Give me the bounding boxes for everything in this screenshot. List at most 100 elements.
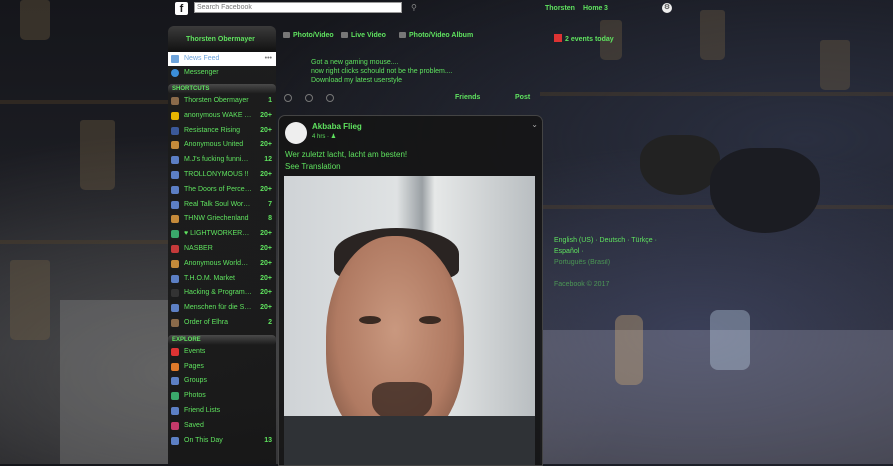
- sidebar-item-count: 20+: [260, 141, 272, 149]
- camera-icon: [283, 32, 290, 38]
- shortcut-item[interactable]: Menschen für die So... 20+: [168, 301, 276, 316]
- feed-post: Akbaba Flieg 4 hrs · ♟ ⌄ Wer zuletzt lac…: [278, 115, 543, 466]
- language-footer: English (US) · Deutsch · Türkçe · Españo…: [554, 235, 684, 290]
- post-composer: Photo/Video Live Video Photo/Video Album…: [282, 26, 532, 106]
- tab-photo-video-album[interactable]: Photo/Video Album: [399, 32, 473, 39]
- shortcut-item-icon: [171, 318, 179, 327]
- copyright: Facebook © 2017: [554, 281, 610, 288]
- sidebar-item-count: 13: [264, 436, 272, 444]
- sidebar-item-label: Photos: [184, 392, 206, 400]
- shortcut-item-icon: [171, 244, 179, 253]
- tab-label: Live Video: [351, 32, 386, 39]
- location-icon[interactable]: [326, 94, 334, 102]
- settings-menu-icon[interactable]: ⚙: [662, 3, 672, 13]
- sidebar-item-label: Real Talk Soul Worke...: [184, 200, 252, 208]
- home-notification-count: 3: [604, 5, 608, 12]
- more-options-icon[interactable]: •••: [265, 52, 272, 66]
- explore-item[interactable]: On This Day 13: [168, 434, 276, 449]
- home-link[interactable]: Home: [583, 5, 602, 12]
- sidebar-item-count: 20+: [260, 170, 272, 178]
- composer-text-input[interactable]: Got a new gaming mouse.... now right cli…: [311, 58, 453, 85]
- sidebar-item-label: Anonymous United: [184, 141, 244, 149]
- explore-item[interactable]: Photos: [168, 389, 276, 404]
- see-translation-link[interactable]: See Translation: [285, 162, 341, 171]
- composer-text-line: Download my latest userstyle: [311, 77, 403, 84]
- sidebar-item-label: News Feed: [184, 55, 220, 62]
- tab-live-video[interactable]: Live Video: [341, 32, 386, 39]
- shortcut-item-icon: [171, 156, 179, 165]
- post-time[interactable]: 4 hrs · ♟: [312, 133, 336, 140]
- explore-item[interactable]: Groups: [168, 374, 276, 389]
- sidebar-item-label: Saved: [184, 421, 204, 429]
- sidebar-item-count: 20+: [260, 126, 272, 134]
- language-links[interactable]: Português (Brasil): [554, 257, 684, 268]
- sidebar-item-label: anonymous WAKE T...: [184, 111, 252, 119]
- messenger-icon: [171, 69, 179, 77]
- background-cauldron: [640, 135, 720, 195]
- facebook-logo-icon[interactable]: f: [175, 2, 188, 15]
- sidebar-item-label: ♥ LIGHTWORKERS o...: [184, 230, 252, 238]
- shortcut-item[interactable]: M.J's fucking funniest... 12: [168, 153, 276, 168]
- explore-item[interactable]: Events: [168, 345, 276, 360]
- sidebar-profile-link[interactable]: Thorsten Obermayer: [168, 26, 276, 52]
- shortcut-item[interactable]: Hacking & Programm... 20+: [168, 286, 276, 301]
- sidebar-item-label: Groups: [184, 377, 207, 385]
- post-author[interactable]: Akbaba Flieg: [312, 122, 362, 131]
- explore-item[interactable]: Saved: [168, 419, 276, 434]
- footer-links[interactable]: [554, 268, 684, 279]
- shortcut-item-icon: [171, 170, 179, 179]
- language-links[interactable]: English (US) · Deutsch · Türkçe · Españo…: [554, 235, 684, 257]
- shortcut-item-icon: [171, 259, 179, 268]
- tab-label: Photo/Video: [293, 32, 334, 39]
- shortcut-item[interactable]: Thorsten Obermayer 1: [168, 94, 276, 109]
- sidebar-item-label: The Doors of Percept...: [184, 185, 252, 193]
- explore-item-icon: [171, 421, 179, 430]
- calendar-icon: [554, 34, 562, 42]
- shortcut-item[interactable]: ♥ LIGHTWORKERS o... 20+: [168, 227, 276, 242]
- top-bar: f ⚲ Thorsten Home 3 ⚙: [168, 0, 878, 18]
- post-photo[interactable]: [284, 176, 535, 465]
- shortcut-item[interactable]: Real Talk Soul Worke... 7: [168, 198, 276, 213]
- shortcut-item[interactable]: Order of Elhra 2: [168, 316, 276, 331]
- search-input[interactable]: [194, 2, 402, 13]
- explore-item-icon: [171, 392, 179, 401]
- explore-item[interactable]: Pages: [168, 360, 276, 375]
- shortcut-item[interactable]: T.H.O.M. Market 20+: [168, 272, 276, 287]
- sidebar-item-count: 20+: [260, 230, 272, 238]
- shortcut-item[interactable]: anonymous WAKE T... 20+: [168, 109, 276, 124]
- shortcut-item[interactable]: NASBER 20+: [168, 242, 276, 257]
- sidebar-item-news-feed[interactable]: News Feed •••: [168, 52, 276, 66]
- shortcut-item[interactable]: THNW Griechenland 8: [168, 212, 276, 227]
- shortcut-item[interactable]: TROLLONYMOUS !! 20+: [168, 168, 276, 183]
- search-icon[interactable]: ⚲: [411, 3, 417, 12]
- photo-eye: [419, 316, 441, 324]
- explore-list: Events Pages Groups Photos Friend Lists Saved…: [168, 345, 276, 449]
- shortcut-item[interactable]: Anonymous Worldwi... 20+: [168, 257, 276, 272]
- chevron-down-icon[interactable]: ⌄: [531, 120, 538, 129]
- post-button[interactable]: Post: [515, 94, 530, 101]
- profile-link[interactable]: Thorsten: [545, 5, 575, 12]
- photo-jacket: [284, 416, 535, 465]
- explore-item[interactable]: Friend Lists: [168, 404, 276, 419]
- events-today-link[interactable]: 2 events today: [554, 34, 614, 43]
- background-jar: [820, 40, 850, 90]
- tag-friends-icon[interactable]: [284, 94, 292, 102]
- sidebar-item-count: 12: [264, 156, 272, 164]
- sidebar-item-label: NASBER: [184, 244, 213, 252]
- explore-item-icon: [171, 377, 179, 386]
- shortcut-item[interactable]: The Doors of Percept... 20+: [168, 183, 276, 198]
- sidebar-item-label: Pages: [184, 362, 204, 370]
- sidebar-item-messenger[interactable]: Messenger: [168, 66, 276, 80]
- background-jar: [10, 260, 50, 340]
- audience-selector[interactable]: Friends: [455, 94, 480, 101]
- sidebar-item-label: On This Day: [184, 436, 223, 444]
- shortcuts-list: Thorsten Obermayer 1 anonymous WAKE T... 20…: [168, 94, 276, 331]
- tab-photo-video[interactable]: Photo/Video: [283, 32, 334, 39]
- sidebar-item-label: Thorsten Obermayer: [184, 97, 249, 104]
- avatar[interactable]: [285, 122, 307, 144]
- feeling-icon[interactable]: [305, 94, 313, 102]
- shortcut-item[interactable]: Resistance Rising 20+: [168, 124, 276, 139]
- shortcut-item[interactable]: Anonymous United 20+: [168, 138, 276, 153]
- background-jar: [20, 0, 50, 40]
- photo-eye: [359, 316, 381, 324]
